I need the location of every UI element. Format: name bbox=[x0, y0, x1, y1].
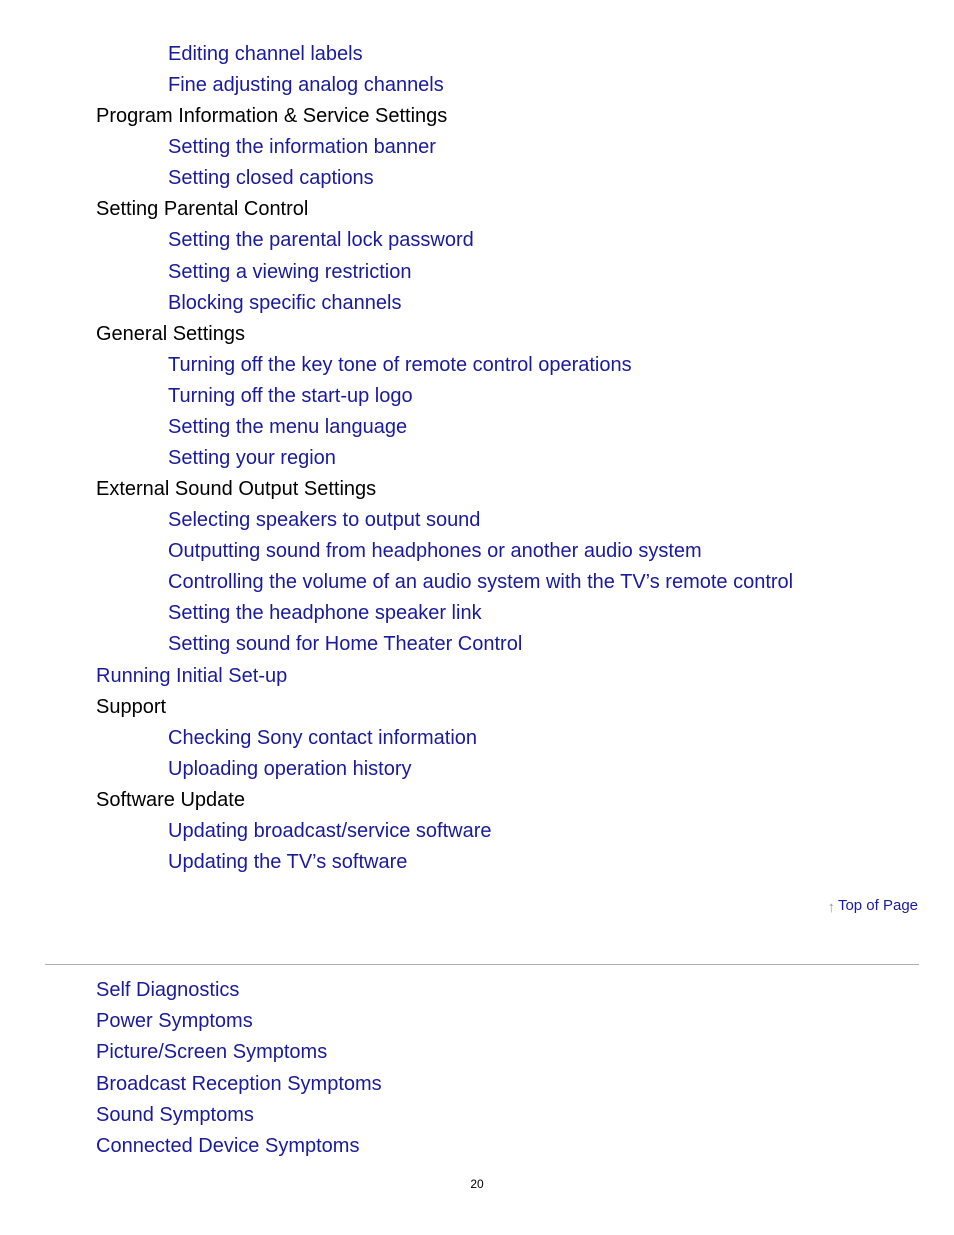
toc-item[interactable]: Setting sound for Home Theater Control bbox=[0, 629, 954, 660]
toc-link[interactable]: Setting your region bbox=[168, 447, 336, 469]
toc-heading-text: Software Update bbox=[96, 788, 245, 811]
toc-section-heading: Program Information & Service Settings bbox=[0, 101, 954, 132]
toc-item[interactable]: Uploading operation history bbox=[0, 754, 954, 785]
toc-link[interactable]: Setting the headphone speaker link bbox=[168, 602, 482, 624]
toc-link[interactable]: Turning off the key tone of remote contr… bbox=[168, 354, 632, 376]
toc-link[interactable]: Fine adjusting analog channels bbox=[168, 74, 444, 96]
toc-link[interactable]: Running Initial Set-up bbox=[96, 665, 287, 687]
toc-link[interactable]: Updating broadcast/service software bbox=[168, 820, 492, 842]
toc-link[interactable]: Setting closed captions bbox=[168, 167, 374, 189]
toc-link[interactable]: Setting the menu language bbox=[168, 416, 407, 438]
toc-link[interactable]: Blocking specific channels bbox=[168, 292, 401, 314]
toc-item[interactable]: Controlling the volume of an audio syste… bbox=[0, 567, 954, 598]
symptom-link[interactable]: Sound Symptoms bbox=[96, 1104, 254, 1126]
toc-link[interactable]: Updating the TV’s software bbox=[168, 851, 407, 873]
toc-item[interactable]: Setting closed captions bbox=[0, 163, 954, 194]
toc-item[interactable]: Turning off the start-up logo bbox=[0, 381, 954, 412]
symptom-link[interactable]: Connected Device Symptoms bbox=[96, 1135, 359, 1157]
toc-section-heading: Support bbox=[0, 692, 954, 723]
toc-item[interactable]: Blocking specific channels bbox=[0, 288, 954, 319]
symptom-link[interactable]: Self Diagnostics bbox=[96, 979, 239, 1001]
toc-link[interactable]: Setting the information banner bbox=[168, 136, 436, 158]
toc-section-heading: Software Update bbox=[0, 785, 954, 816]
toc-link[interactable]: Turning off the start-up logo bbox=[168, 385, 413, 407]
toc-link[interactable]: Setting the parental lock password bbox=[168, 229, 474, 251]
divider bbox=[45, 964, 919, 965]
toc-item[interactable]: Checking Sony contact information bbox=[0, 723, 954, 754]
toc-item[interactable]: Updating broadcast/service software bbox=[0, 816, 954, 847]
top-of-page-link[interactable]: ↑ Top of Page bbox=[827, 896, 918, 916]
toc-item[interactable]: Setting the parental lock password bbox=[0, 225, 954, 256]
toc-link[interactable]: Controlling the volume of an audio syste… bbox=[168, 571, 793, 593]
toc-item[interactable]: Fine adjusting analog channels bbox=[0, 70, 954, 101]
toc-link[interactable]: Setting sound for Home Theater Control bbox=[168, 633, 522, 655]
toc-item[interactable]: Setting your region bbox=[0, 443, 954, 474]
symptoms-links: Self Diagnostics Power Symptoms Picture/Sc… bbox=[0, 975, 954, 1162]
top-of-page-label[interactable]: Top of Page bbox=[838, 897, 918, 914]
toc-link[interactable]: Setting a viewing restriction bbox=[168, 261, 411, 283]
toc-section-heading: Setting Parental Control bbox=[0, 194, 954, 225]
arrow-up-icon: ↑ bbox=[827, 899, 835, 916]
symptom-link-item[interactable]: Broadcast Reception Symptoms bbox=[0, 1069, 954, 1100]
symptom-link-item[interactable]: Connected Device Symptoms bbox=[0, 1131, 954, 1162]
toc-item[interactable]: Selecting speakers to output sound bbox=[0, 505, 954, 536]
toc-item[interactable]: Editing channel labels bbox=[0, 39, 954, 70]
symptom-link-item[interactable]: Power Symptoms bbox=[0, 1006, 954, 1037]
toc-heading-text: External Sound Output Settings bbox=[96, 478, 377, 501]
toc-item[interactable]: Setting the headphone speaker link bbox=[0, 598, 954, 629]
symptom-link[interactable]: Power Symptoms bbox=[96, 1010, 253, 1032]
toc-heading-text: Setting Parental Control bbox=[96, 198, 309, 221]
symptom-link-item[interactable]: Self Diagnostics bbox=[0, 975, 954, 1006]
toc-heading-text: Program Information & Service Settings bbox=[96, 105, 448, 128]
toc-item[interactable]: Outputting sound from headphones or anot… bbox=[0, 536, 954, 567]
symptom-link[interactable]: Picture/Screen Symptoms bbox=[96, 1041, 327, 1063]
toc-item[interactable]: Running Initial Set-up bbox=[0, 661, 954, 692]
symptom-link-item[interactable]: Picture/Screen Symptoms bbox=[0, 1037, 954, 1068]
toc-item[interactable]: Setting a viewing restriction bbox=[0, 257, 954, 288]
toc-item[interactable]: Updating the TV’s software bbox=[0, 847, 954, 878]
toc-section-heading: External Sound Output Settings bbox=[0, 474, 954, 505]
symptom-link[interactable]: Broadcast Reception Symptoms bbox=[96, 1073, 382, 1095]
toc-link[interactable]: Selecting speakers to output sound bbox=[168, 509, 480, 531]
toc-item[interactable]: Turning off the key tone of remote contr… bbox=[0, 350, 954, 381]
toc-heading-text: Support bbox=[96, 695, 167, 718]
toc-section-heading: General Settings bbox=[0, 319, 954, 350]
toc-link[interactable]: Uploading operation history bbox=[168, 758, 412, 780]
page-number: 20 bbox=[470, 1177, 484, 1191]
toc-item[interactable]: Setting the information banner bbox=[0, 132, 954, 163]
toc-item[interactable]: Setting the menu language bbox=[0, 412, 954, 443]
symptom-link-item[interactable]: Sound Symptoms bbox=[0, 1100, 954, 1131]
toc-link[interactable]: Editing channel labels bbox=[168, 43, 363, 65]
table-of-contents: Editing channel labels Fine adjusting ana… bbox=[0, 39, 954, 878]
toc-link[interactable]: Outputting sound from headphones or anot… bbox=[168, 540, 702, 562]
toc-heading-text: General Settings bbox=[96, 322, 245, 345]
toc-link[interactable]: Checking Sony contact information bbox=[168, 727, 477, 749]
